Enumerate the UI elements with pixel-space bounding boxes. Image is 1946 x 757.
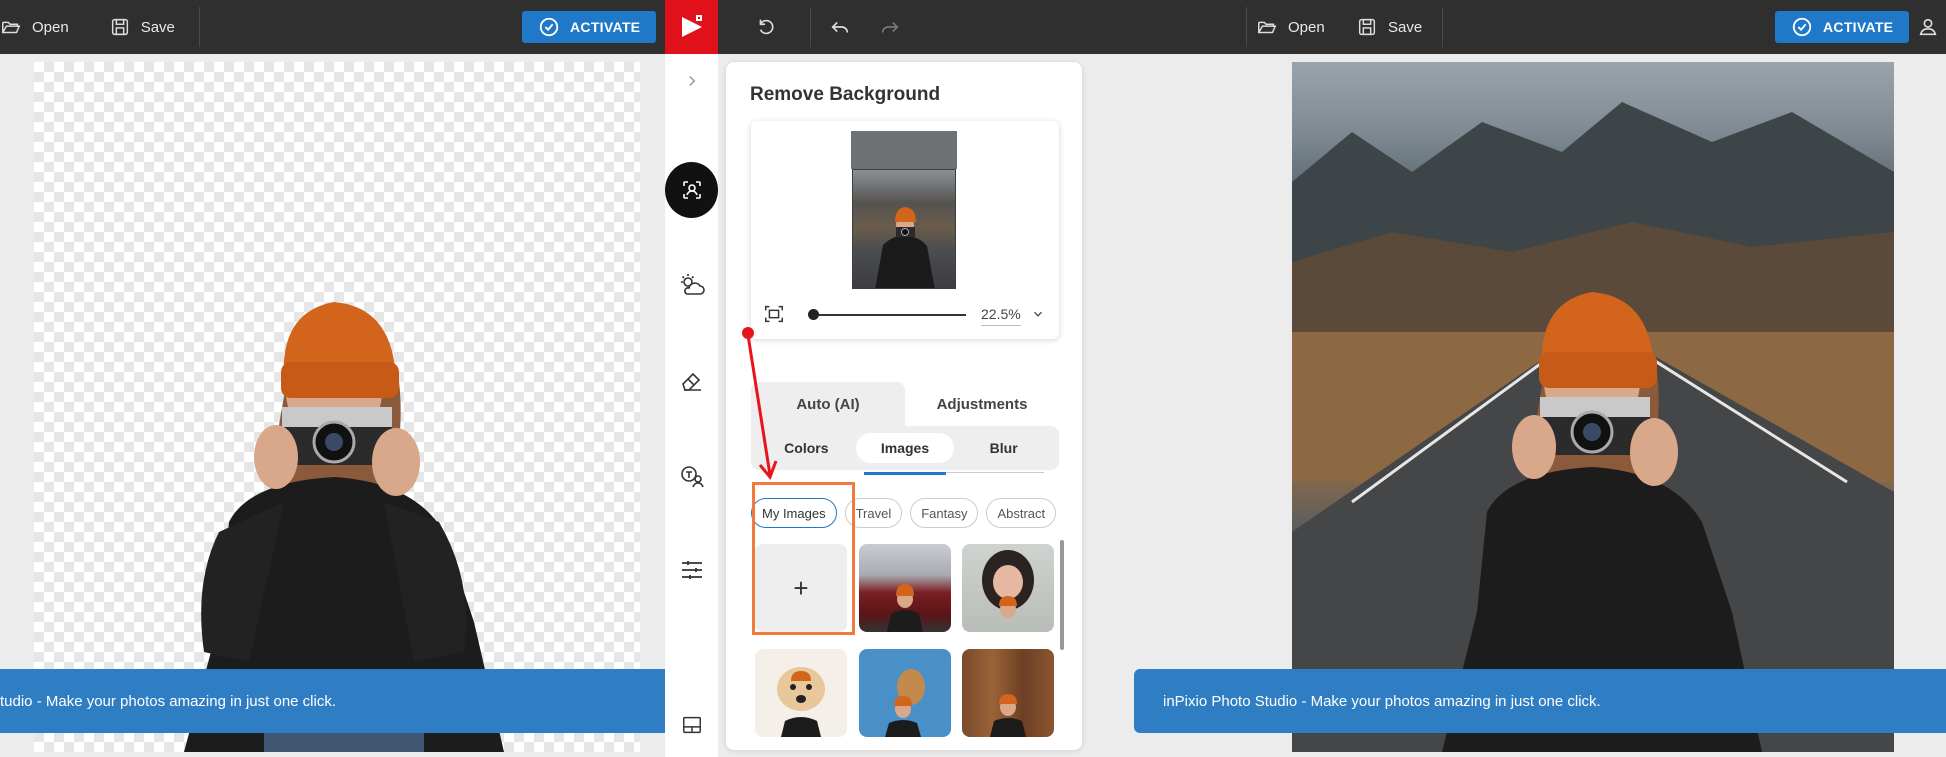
dog-thumb-image: [777, 667, 825, 737]
chevron-down-icon[interactable]: [1031, 307, 1045, 321]
subtab-images[interactable]: Images: [855, 433, 955, 463]
sun-cloud-icon: [680, 274, 705, 295]
car-thumb-image: [887, 584, 923, 632]
toolbar-divider: [810, 7, 811, 47]
tool-adjustments[interactable]: [665, 556, 718, 584]
rotate-ccw-icon: [759, 19, 774, 35]
tool-text-person[interactable]: [665, 462, 718, 490]
thumbnails-scrollbar[interactable]: [1060, 540, 1064, 650]
save-label: Save: [140, 18, 175, 36]
tool-sky-replace[interactable]: [665, 272, 718, 300]
redo-button[interactable]: [868, 0, 912, 54]
app-logo: [665, 0, 718, 54]
mode-tabs: Auto (AI) Adjustments: [751, 382, 1059, 426]
layout-panel-icon[interactable]: [681, 714, 703, 736]
right-topbar: Open Save ACTIVATE: [718, 0, 1946, 54]
highlight-box: [752, 482, 855, 635]
undo-icon: [831, 21, 849, 33]
dog-blue-thumb-image: [885, 669, 925, 737]
save-button[interactable]: Save: [83, 0, 189, 54]
active-subtab-underline: [864, 472, 946, 475]
reset-button[interactable]: [744, 0, 788, 54]
check-circle-icon: [1792, 17, 1812, 37]
save-icon: [111, 18, 128, 36]
promo-banner-text: tudio - Make your photos amazing in just…: [0, 692, 336, 710]
chip-abstract[interactable]: Abstract: [986, 498, 1057, 528]
subtab-divider: [946, 472, 1044, 473]
zoom-value[interactable]: 22.5%: [981, 306, 1021, 326]
eraser-icon: [681, 372, 701, 391]
play-logo-icon: [681, 15, 702, 37]
preview-viewport-overlay: [851, 131, 957, 169]
activate-button[interactable]: ACTIVATE: [522, 11, 657, 43]
result-canvas[interactable]: [1292, 62, 1894, 752]
annotation-arrow: [742, 327, 778, 480]
promo-banner-left[interactable]: tudio - Make your photos amazing in just…: [0, 669, 665, 733]
open-label: Open: [1288, 18, 1325, 36]
tool-eraser[interactable]: [665, 366, 718, 394]
redo-icon: [881, 21, 899, 33]
chevron-right-icon: [688, 75, 695, 87]
zoom-controls: 22.5%: [763, 299, 1048, 329]
subtab-blur[interactable]: Blur: [954, 433, 1053, 463]
background-thumb-dog-blue[interactable]: [859, 649, 951, 737]
open-label: Open: [32, 18, 69, 36]
chip-fantasy[interactable]: Fantasy: [910, 498, 979, 528]
toolbar-divider: [1442, 7, 1443, 47]
promo-banner-right[interactable]: inPixio Photo Studio - Make your photos …: [1134, 669, 1946, 733]
panel-title: Remove Background: [750, 84, 941, 105]
activate-button-right[interactable]: ACTIVATE: [1775, 11, 1910, 43]
result-landscape-image: [1292, 102, 1894, 752]
save-icon: [1358, 18, 1376, 36]
check-circle-icon: [539, 17, 559, 37]
fit-screen-icon[interactable]: [763, 303, 785, 325]
activate-label: ACTIVATE: [570, 19, 641, 35]
zoom-slider-handle[interactable]: [808, 309, 819, 320]
tool-remove-background[interactable]: [665, 162, 718, 218]
folder-open-icon: [2, 21, 21, 34]
account-button[interactable]: [1910, 0, 1946, 54]
wood-thumb-image: [990, 694, 1026, 737]
activate-label: ACTIVATE: [1823, 19, 1894, 35]
background-thumb-cartoon[interactable]: [962, 544, 1054, 632]
toolbar-divider: [198, 7, 200, 47]
background-thumb-dog[interactable]: [755, 649, 847, 737]
save-button-right[interactable]: Save: [1342, 0, 1436, 54]
save-label: Save: [1388, 18, 1423, 36]
tool-sidebar: [665, 54, 718, 757]
open-button-right[interactable]: Open: [1242, 0, 1339, 54]
cartoon-thumb-image: [982, 550, 1034, 618]
undo-button[interactable]: [818, 0, 862, 54]
cutout-person-image: [184, 302, 504, 752]
sliders-icon: [681, 561, 702, 579]
zoom-slider-track[interactable]: [811, 314, 966, 316]
collapse-panel-button[interactable]: [665, 72, 718, 90]
open-button[interactable]: Open: [0, 0, 83, 54]
left-topbar: Open Save ACTIVATE: [0, 0, 665, 54]
preview-thumbnail[interactable]: [852, 169, 956, 289]
background-thumb-car[interactable]: [859, 544, 951, 632]
tab-adjustments[interactable]: Adjustments: [905, 382, 1059, 426]
navigator-preview: 22.5%: [751, 121, 1059, 339]
text-person-icon: [680, 466, 704, 488]
user-icon: [1919, 18, 1937, 36]
preview-person-image: [875, 207, 935, 288]
promo-banner-text: inPixio Photo Studio - Make your photos …: [1163, 692, 1601, 710]
background-thumb-wood[interactable]: [962, 649, 1054, 737]
background-type-tabs: Colors Images Blur: [751, 426, 1059, 470]
folder-open-icon: [1258, 21, 1277, 34]
portrait-frame-icon: [682, 181, 701, 199]
cutout-canvas[interactable]: [34, 62, 640, 752]
active-tool-indicator: [665, 162, 718, 218]
